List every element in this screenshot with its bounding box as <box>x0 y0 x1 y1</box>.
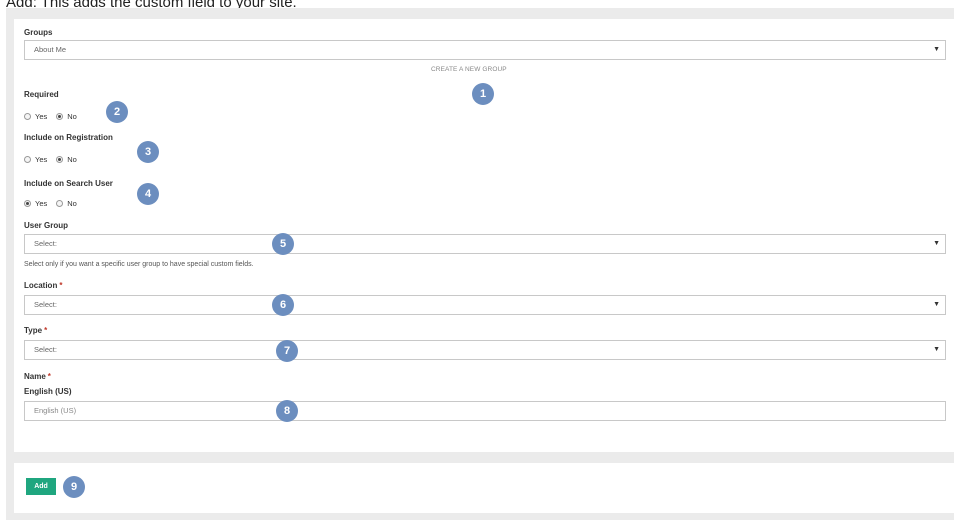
include-registration-radio-group: Yes No <box>24 155 86 164</box>
location-select[interactable]: Select: ▼ <box>24 295 946 315</box>
required-star: * <box>44 326 48 335</box>
type-label: Type * <box>24 326 47 335</box>
name-label: Name * <box>24 372 51 381</box>
callout-badge-6: 6 <box>272 294 294 316</box>
footer-card <box>14 463 954 513</box>
callout-badge-5: 5 <box>272 233 294 255</box>
search-yes-label: Yes <box>35 199 48 208</box>
name-label-text: Name <box>24 372 46 381</box>
add-button[interactable]: Add <box>26 478 56 495</box>
type-label-text: Type <box>24 326 43 335</box>
type-select[interactable]: Select: ▼ <box>24 340 946 360</box>
groups-select[interactable]: About Me ▼ <box>24 40 946 60</box>
search-no-radio[interactable] <box>56 200 64 207</box>
groups-select-value: About Me <box>34 45 67 54</box>
chevron-down-icon: ▼ <box>933 346 940 353</box>
include-search-label: Include on Search User <box>24 179 113 188</box>
callout-badge-8: 8 <box>276 400 298 422</box>
name-english-placeholder: English (US) <box>34 406 77 415</box>
required-yes-label: Yes <box>35 112 48 121</box>
include-search-radio-group: Yes No <box>24 199 86 208</box>
create-group-link[interactable]: CREATE A NEW GROUP <box>431 66 507 73</box>
callout-badge-4: 4 <box>137 183 159 205</box>
callout-badge-9: 9 <box>63 476 85 498</box>
callout-badge-7: 7 <box>276 340 298 362</box>
name-english-input[interactable]: English (US) <box>24 401 946 421</box>
required-no-label: No <box>67 112 77 121</box>
groups-label: Groups <box>24 28 53 37</box>
location-select-value: Select: <box>34 300 57 309</box>
callout-badge-2: 2 <box>106 101 128 123</box>
registration-no-label: No <box>67 155 77 164</box>
location-label: Location * <box>24 281 62 290</box>
user-group-help-text: Select only if you want a specific user … <box>24 261 254 268</box>
callout-badge-1: 1 <box>472 83 494 105</box>
user-group-label: User Group <box>24 221 69 230</box>
search-yes-radio[interactable] <box>24 200 31 207</box>
location-label-text: Location <box>24 281 58 290</box>
include-registration-label: Include on Registration <box>24 133 113 142</box>
user-group-select-value: Select: <box>34 239 57 248</box>
required-yes-radio[interactable] <box>24 113 31 120</box>
required-no-radio[interactable] <box>56 113 64 120</box>
required-radio-group: Yes No <box>24 112 86 121</box>
required-star: * <box>47 372 51 381</box>
registration-yes-radio[interactable] <box>24 156 31 163</box>
name-language-label: English (US) <box>24 387 72 396</box>
registration-no-radio[interactable] <box>56 156 64 163</box>
chevron-down-icon: ▼ <box>933 301 940 308</box>
search-no-label: No <box>67 199 77 208</box>
type-select-value: Select: <box>34 345 57 354</box>
required-star: * <box>59 281 63 290</box>
user-group-select[interactable]: Select: ▼ <box>24 234 946 254</box>
chevron-down-icon: ▼ <box>933 240 940 247</box>
chevron-down-icon: ▼ <box>933 46 940 53</box>
required-label: Required <box>24 90 59 99</box>
registration-yes-label: Yes <box>35 155 48 164</box>
callout-badge-3: 3 <box>137 141 159 163</box>
